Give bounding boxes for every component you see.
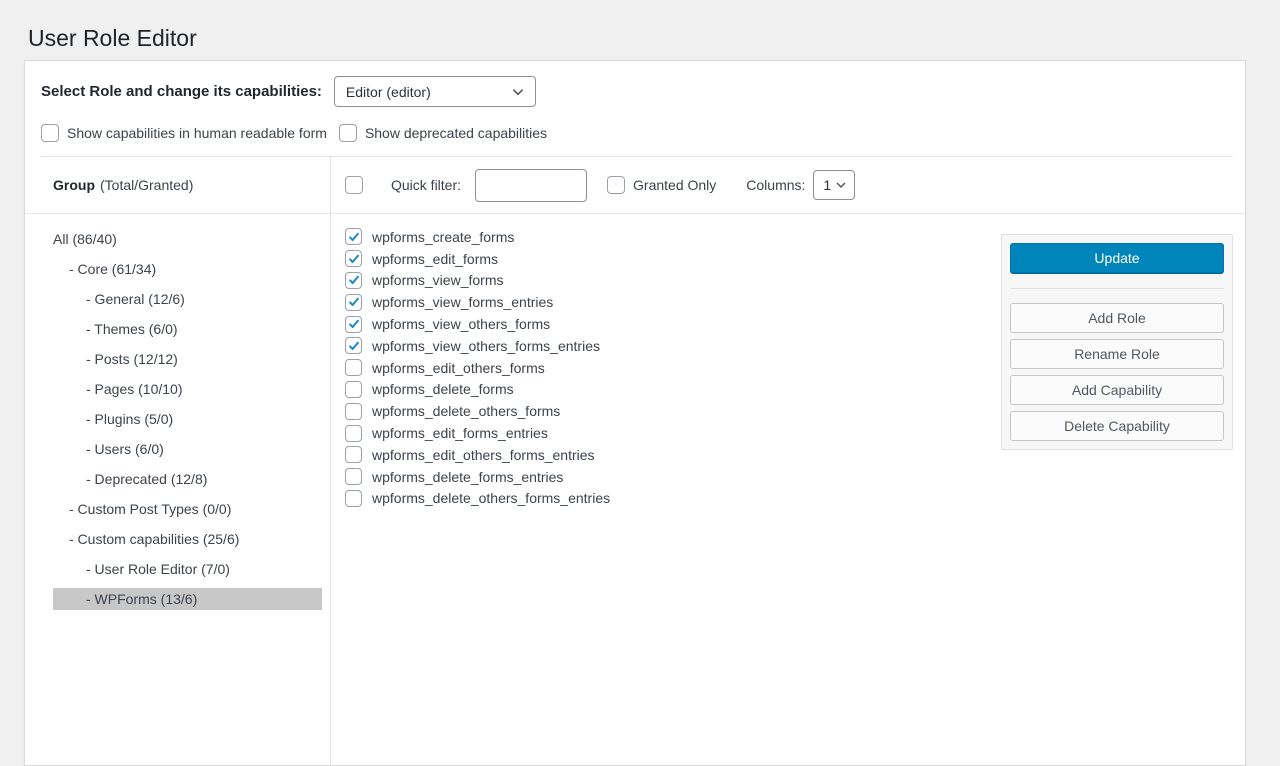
capability-label: wpforms_delete_forms (372, 381, 514, 397)
capability-checkbox[interactable] (345, 316, 362, 333)
group-header-subtitle: (Total/Granted) (100, 177, 193, 193)
check-icon (348, 340, 360, 352)
add-capability-button[interactable]: Add Capability (1010, 375, 1224, 405)
sidebar-item-general[interactable]: - General (12/6) (53, 288, 322, 310)
sidebar-item-pages[interactable]: - Pages (10/10) (53, 378, 322, 400)
update-button[interactable]: Update (1010, 243, 1224, 273)
capability-label: wpforms_view_others_forms (372, 316, 550, 332)
capability-row: wpforms_edit_others_forms_entries (345, 444, 1001, 466)
sidebar-item-custom-post-types[interactable]: - Custom Post Types (0/0) (53, 498, 322, 520)
capability-checkbox[interactable] (345, 337, 362, 354)
chevron-down-icon (511, 85, 525, 99)
capability-row: wpforms_delete_others_forms_entries (345, 488, 1001, 510)
columns-label: Columns: (746, 177, 805, 193)
capability-label: wpforms_view_forms (372, 272, 503, 288)
capability-row: wpforms_create_forms (345, 226, 1001, 248)
group-header-title: Group (53, 177, 95, 193)
sidebar-item-custom-capabilities[interactable]: - Custom capabilities (25/6) (53, 528, 322, 550)
sidebar-item-posts[interactable]: - Posts (12/12) (53, 348, 322, 370)
group-header: Group (Total/Granted) (25, 157, 330, 214)
sidebar-item-deprecated[interactable]: - Deprecated (12/8) (53, 468, 322, 490)
actions-panel: Update Add Role Rename Role Add Capabili… (1001, 234, 1233, 450)
sidebar-item-themes[interactable]: - Themes (6/0) (53, 318, 322, 340)
chevron-down-icon (835, 179, 847, 191)
select-all-checkbox[interactable] (345, 176, 363, 194)
check-icon (348, 253, 360, 265)
check-icon (348, 296, 360, 308)
capability-label: wpforms_delete_others_forms (372, 403, 560, 419)
main-area: Group (Total/Granted) All (86/40) - Core… (25, 157, 1245, 765)
sidebar-item-all[interactable]: All (86/40) (53, 228, 322, 250)
capability-checkbox[interactable] (345, 294, 362, 311)
capability-row: wpforms_delete_others_forms (345, 400, 1001, 422)
capability-row: wpforms_edit_forms_entries (345, 422, 1001, 444)
capability-checkbox[interactable] (345, 359, 362, 376)
sidebar-item-user-role-editor[interactable]: - User Role Editor (7/0) (53, 558, 322, 580)
sidebar-item-users[interactable]: - Users (6/0) (53, 438, 322, 460)
role-editor-panel: Select Role and change its capabilities:… (24, 60, 1246, 766)
capability-row: wpforms_view_others_forms_entries (345, 335, 1001, 357)
quick-filter-label: Quick filter: (391, 177, 461, 193)
quick-filter-input[interactable] (475, 169, 587, 202)
add-role-button[interactable]: Add Role (1010, 303, 1224, 333)
capability-label: wpforms_edit_forms_entries (372, 425, 548, 441)
capability-checkbox[interactable] (345, 490, 362, 507)
rename-role-button[interactable]: Rename Role (1010, 339, 1224, 369)
capability-label: wpforms_edit_others_forms (372, 360, 545, 376)
check-icon (348, 318, 360, 330)
check-icon (348, 231, 360, 243)
role-select-value: Editor (editor) (346, 84, 431, 100)
capability-label: wpforms_delete_others_forms_entries (372, 490, 610, 506)
capability-label: wpforms_edit_others_forms_entries (372, 447, 595, 463)
groups-column: Group (Total/Granted) All (86/40) - Core… (25, 157, 331, 765)
capabilities-column: Quick filter: Granted Only Columns: 1 wp… (331, 157, 1245, 765)
capability-row: wpforms_view_forms (345, 270, 1001, 292)
sidebar-item-plugins[interactable]: - Plugins (5/0) (53, 408, 322, 430)
human-readable-label: Show capabilities in human readable form (67, 125, 327, 141)
capability-checkbox[interactable] (345, 272, 362, 289)
check-icon (348, 274, 360, 286)
capability-row: wpforms_delete_forms_entries (345, 466, 1001, 488)
show-deprecated-label: Show deprecated capabilities (365, 125, 547, 141)
delete-capability-button[interactable]: Delete Capability (1010, 411, 1224, 441)
top-controls: Select Role and change its capabilities:… (25, 61, 1245, 157)
capabilities-list: wpforms_create_forms wpforms_edit_forms … (331, 214, 1001, 509)
capability-checkbox[interactable] (345, 468, 362, 485)
role-select[interactable]: Editor (editor) (334, 76, 536, 107)
capability-label: wpforms_delete_forms_entries (372, 469, 563, 485)
capability-checkbox[interactable] (345, 250, 362, 267)
capability-checkbox[interactable] (345, 381, 362, 398)
role-select-label: Select Role and change its capabilities: (41, 83, 322, 100)
columns-select-value: 1 (823, 177, 831, 193)
capability-row: wpforms_edit_forms (345, 248, 1001, 270)
capability-checkbox[interactable] (345, 446, 362, 463)
show-deprecated-checkbox[interactable] (339, 124, 357, 142)
capability-row: wpforms_delete_forms (345, 379, 1001, 401)
separator (1010, 288, 1224, 289)
sidebar-item-wpforms[interactable]: - WPForms (13/6) (53, 588, 322, 610)
capability-row: wpforms_view_forms_entries (345, 291, 1001, 313)
capability-checkbox[interactable] (345, 425, 362, 442)
capabilities-body: wpforms_create_forms wpforms_edit_forms … (331, 214, 1245, 765)
capability-label: wpforms_edit_forms (372, 251, 498, 267)
groups-tree: All (86/40) - Core (61/34) - General (12… (25, 214, 330, 610)
granted-only-checkbox[interactable] (607, 176, 625, 194)
capability-row: wpforms_view_others_forms (345, 313, 1001, 335)
capability-row: wpforms_edit_others_forms (345, 357, 1001, 379)
page-title: User Role Editor (28, 24, 1280, 53)
capability-label: wpforms_create_forms (372, 229, 514, 245)
capability-label: wpforms_view_others_forms_entries (372, 338, 600, 354)
capability-label: wpforms_view_forms_entries (372, 294, 553, 310)
capability-checkbox[interactable] (345, 228, 362, 245)
columns-select[interactable]: 1 (813, 170, 855, 200)
filter-bar: Quick filter: Granted Only Columns: 1 (331, 157, 1245, 214)
sidebar-item-core[interactable]: - Core (61/34) (53, 258, 322, 280)
granted-only-label: Granted Only (633, 177, 716, 193)
human-readable-checkbox[interactable] (41, 124, 59, 142)
capability-checkbox[interactable] (345, 403, 362, 420)
